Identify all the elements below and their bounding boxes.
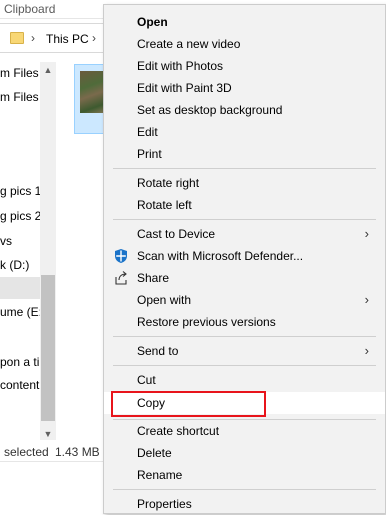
submenu-arrow-icon: › [364, 343, 369, 358]
menu-item-rotate-right[interactable]: Rotate right [104, 172, 385, 194]
menu-item-label: Share [137, 271, 170, 285]
menu-separator [113, 336, 376, 337]
status-size-text: 1.43 MB [55, 445, 100, 459]
menu-item-share[interactable]: Share [104, 267, 385, 289]
menu-item-open[interactable]: Open [104, 11, 385, 33]
context-menu: Open Create a new video Edit with Photos… [103, 4, 386, 514]
share-icon [113, 270, 129, 286]
menu-item-restore-previous-versions[interactable]: Restore previous versions [104, 311, 385, 333]
nav-item[interactable]: content [0, 374, 39, 396]
menu-separator [113, 219, 376, 220]
menu-item-label: Edit [137, 125, 158, 139]
nav-item[interactable]: g pics 1 [0, 180, 41, 202]
menu-item-label: Properties [137, 497, 192, 511]
menu-item-label: Scan with Microsoft Defender... [137, 249, 304, 263]
menu-item-label: Open [137, 15, 168, 29]
submenu-arrow-icon: › [364, 292, 369, 307]
nav-item[interactable]: m Files [0, 62, 39, 84]
menu-item-cut[interactable]: Cut [104, 369, 385, 391]
menu-separator [113, 168, 376, 169]
menu-item-label: Restore previous versions [137, 315, 276, 329]
ribbon-clipboard-label: Clipboard [4, 2, 56, 16]
nav-item[interactable]: pon a ti [0, 351, 39, 373]
menu-item-label: Edit with Paint 3D [137, 81, 232, 95]
menu-item-print[interactable]: Print [104, 143, 385, 165]
menu-item-set-desktop-background[interactable]: Set as desktop background [104, 99, 385, 121]
menu-item-delete[interactable]: Delete [104, 442, 385, 464]
menu-item-scan-with-defender[interactable]: Scan with Microsoft Defender... [104, 245, 385, 267]
breadcrumb-this-pc[interactable]: This PC [46, 32, 89, 46]
menu-separator [113, 365, 376, 366]
nav-item[interactable]: vs [0, 230, 12, 252]
menu-item-cast-to-device[interactable]: Cast to Device › [104, 223, 385, 245]
menu-item-rename[interactable]: Rename [104, 464, 385, 486]
status-divider [0, 461, 104, 462]
menu-item-open-with[interactable]: Open with › [104, 289, 385, 311]
menu-item-create-new-video[interactable]: Create a new video [104, 33, 385, 55]
nav-item-selected[interactable] [0, 277, 40, 299]
menu-item-edit[interactable]: Edit [104, 121, 385, 143]
defender-shield-icon [113, 248, 129, 264]
breadcrumb-separator-icon[interactable]: › [31, 31, 35, 45]
menu-item-properties[interactable]: Properties [104, 493, 385, 515]
address-bar[interactable]: › This PC › [0, 23, 104, 53]
menu-item-label: Rename [137, 468, 183, 482]
menu-item-rotate-left[interactable]: Rotate left [104, 194, 385, 216]
menu-item-label: Send to [137, 344, 179, 358]
menu-separator [113, 489, 376, 490]
menu-item-label: Delete [137, 446, 172, 460]
menu-item-label: Rotate left [137, 198, 192, 212]
menu-item-label: Create shortcut [137, 424, 220, 438]
scroll-down-icon[interactable]: ▼ [40, 426, 56, 442]
menu-item-label: Edit with Photos [137, 59, 224, 73]
menu-item-label: Create a new video [137, 37, 241, 51]
menu-item-create-shortcut[interactable]: Create shortcut [104, 420, 385, 442]
scroll-up-icon[interactable]: ▲ [40, 62, 56, 78]
menu-item-edit-with-photos[interactable]: Edit with Photos [104, 55, 385, 77]
nav-item[interactable]: g pics 2 [0, 205, 41, 227]
menu-item-label: Cast to Device [137, 227, 216, 241]
status-bar: selected 1.43 MB [0, 445, 104, 461]
menu-item-label: Open with [137, 293, 192, 307]
nav-item[interactable]: k (D:) [0, 254, 29, 276]
copy-highlight-box [111, 391, 266, 417]
menu-item-send-to[interactable]: Send to › [104, 340, 385, 362]
submenu-arrow-icon: › [364, 226, 369, 241]
nav-scrollbar-thumb[interactable] [41, 275, 55, 421]
menu-item-label: Set as desktop background [137, 103, 283, 117]
breadcrumb-separator-icon[interactable]: › [92, 31, 96, 45]
menu-item-label: Print [137, 147, 162, 161]
menu-item-label: Rotate right [137, 176, 200, 190]
menu-item-label: Cut [137, 373, 156, 387]
status-selected-text: selected [4, 445, 49, 459]
folder-icon [10, 32, 24, 44]
menu-item-edit-with-paint-3d[interactable]: Edit with Paint 3D [104, 77, 385, 99]
